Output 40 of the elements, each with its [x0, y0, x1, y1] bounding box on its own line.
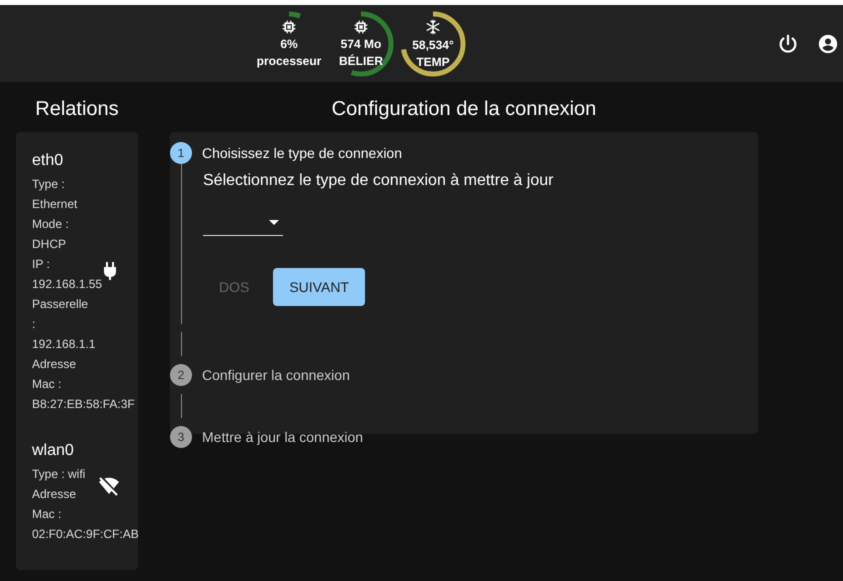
page-title: Configuration de la connexion	[332, 98, 596, 121]
snowflake-icon	[425, 18, 441, 34]
interface-detail: 192.168.1.55	[32, 276, 104, 293]
power-icon[interactable]	[777, 32, 799, 54]
prompt-text: Sélectionnez le type de connexion à mettre à jour	[203, 172, 554, 190]
interface-detail: :	[32, 316, 36, 333]
interface-detail: Ethernet	[32, 196, 78, 213]
interface-detail: DHCP	[32, 236, 68, 253]
section-title: Relations	[35, 98, 119, 121]
interface-detail: Type :	[32, 176, 66, 193]
interface-detail: Mac :	[32, 506, 62, 523]
interface-detail: 192.168.1.1	[32, 336, 96, 353]
step-number: 2	[170, 364, 192, 386]
step-label[interactable]: Mettre à jour la connexion	[202, 429, 364, 445]
chip-icon	[282, 20, 296, 34]
gauge-value: 6%	[280, 36, 298, 50]
dropdown-caret-icon	[269, 220, 279, 225]
account-icon[interactable]	[817, 32, 839, 54]
gauge-label: TEMP	[416, 54, 450, 68]
chip-icon	[354, 20, 368, 34]
gauge-label: BÉLIER	[338, 54, 383, 68]
interface-detail: B8:27:EB:58:FA:3F	[32, 396, 136, 413]
interface-detail: Passerelle	[32, 296, 90, 313]
interface-detail: 02:F0:AC:9F:CF:AB	[32, 526, 138, 543]
interface-name: wlan0	[32, 442, 75, 460]
step-label[interactable]: Configurer la connexion	[202, 367, 350, 383]
interface-detail: Mac :	[32, 376, 62, 393]
interface-detail: Mode :	[32, 216, 70, 233]
interface-detail: Adresse	[32, 486, 78, 503]
interface-name: eth0	[32, 152, 64, 170]
step-number: 3	[170, 426, 192, 448]
gauge-label: processeur	[256, 54, 322, 68]
step-label[interactable]: Choisissez le type de connexion	[202, 145, 402, 161]
interface-detail: Type : wifi	[32, 466, 86, 483]
gauge-value: 58,534°	[412, 38, 454, 52]
next-button[interactable]: SUIVANT	[273, 268, 365, 306]
interface-detail: IP :	[32, 256, 51, 273]
step-number: 1	[170, 142, 192, 164]
gauge-value: 574 Mo	[340, 36, 382, 50]
interface-detail: Adresse	[32, 356, 78, 373]
